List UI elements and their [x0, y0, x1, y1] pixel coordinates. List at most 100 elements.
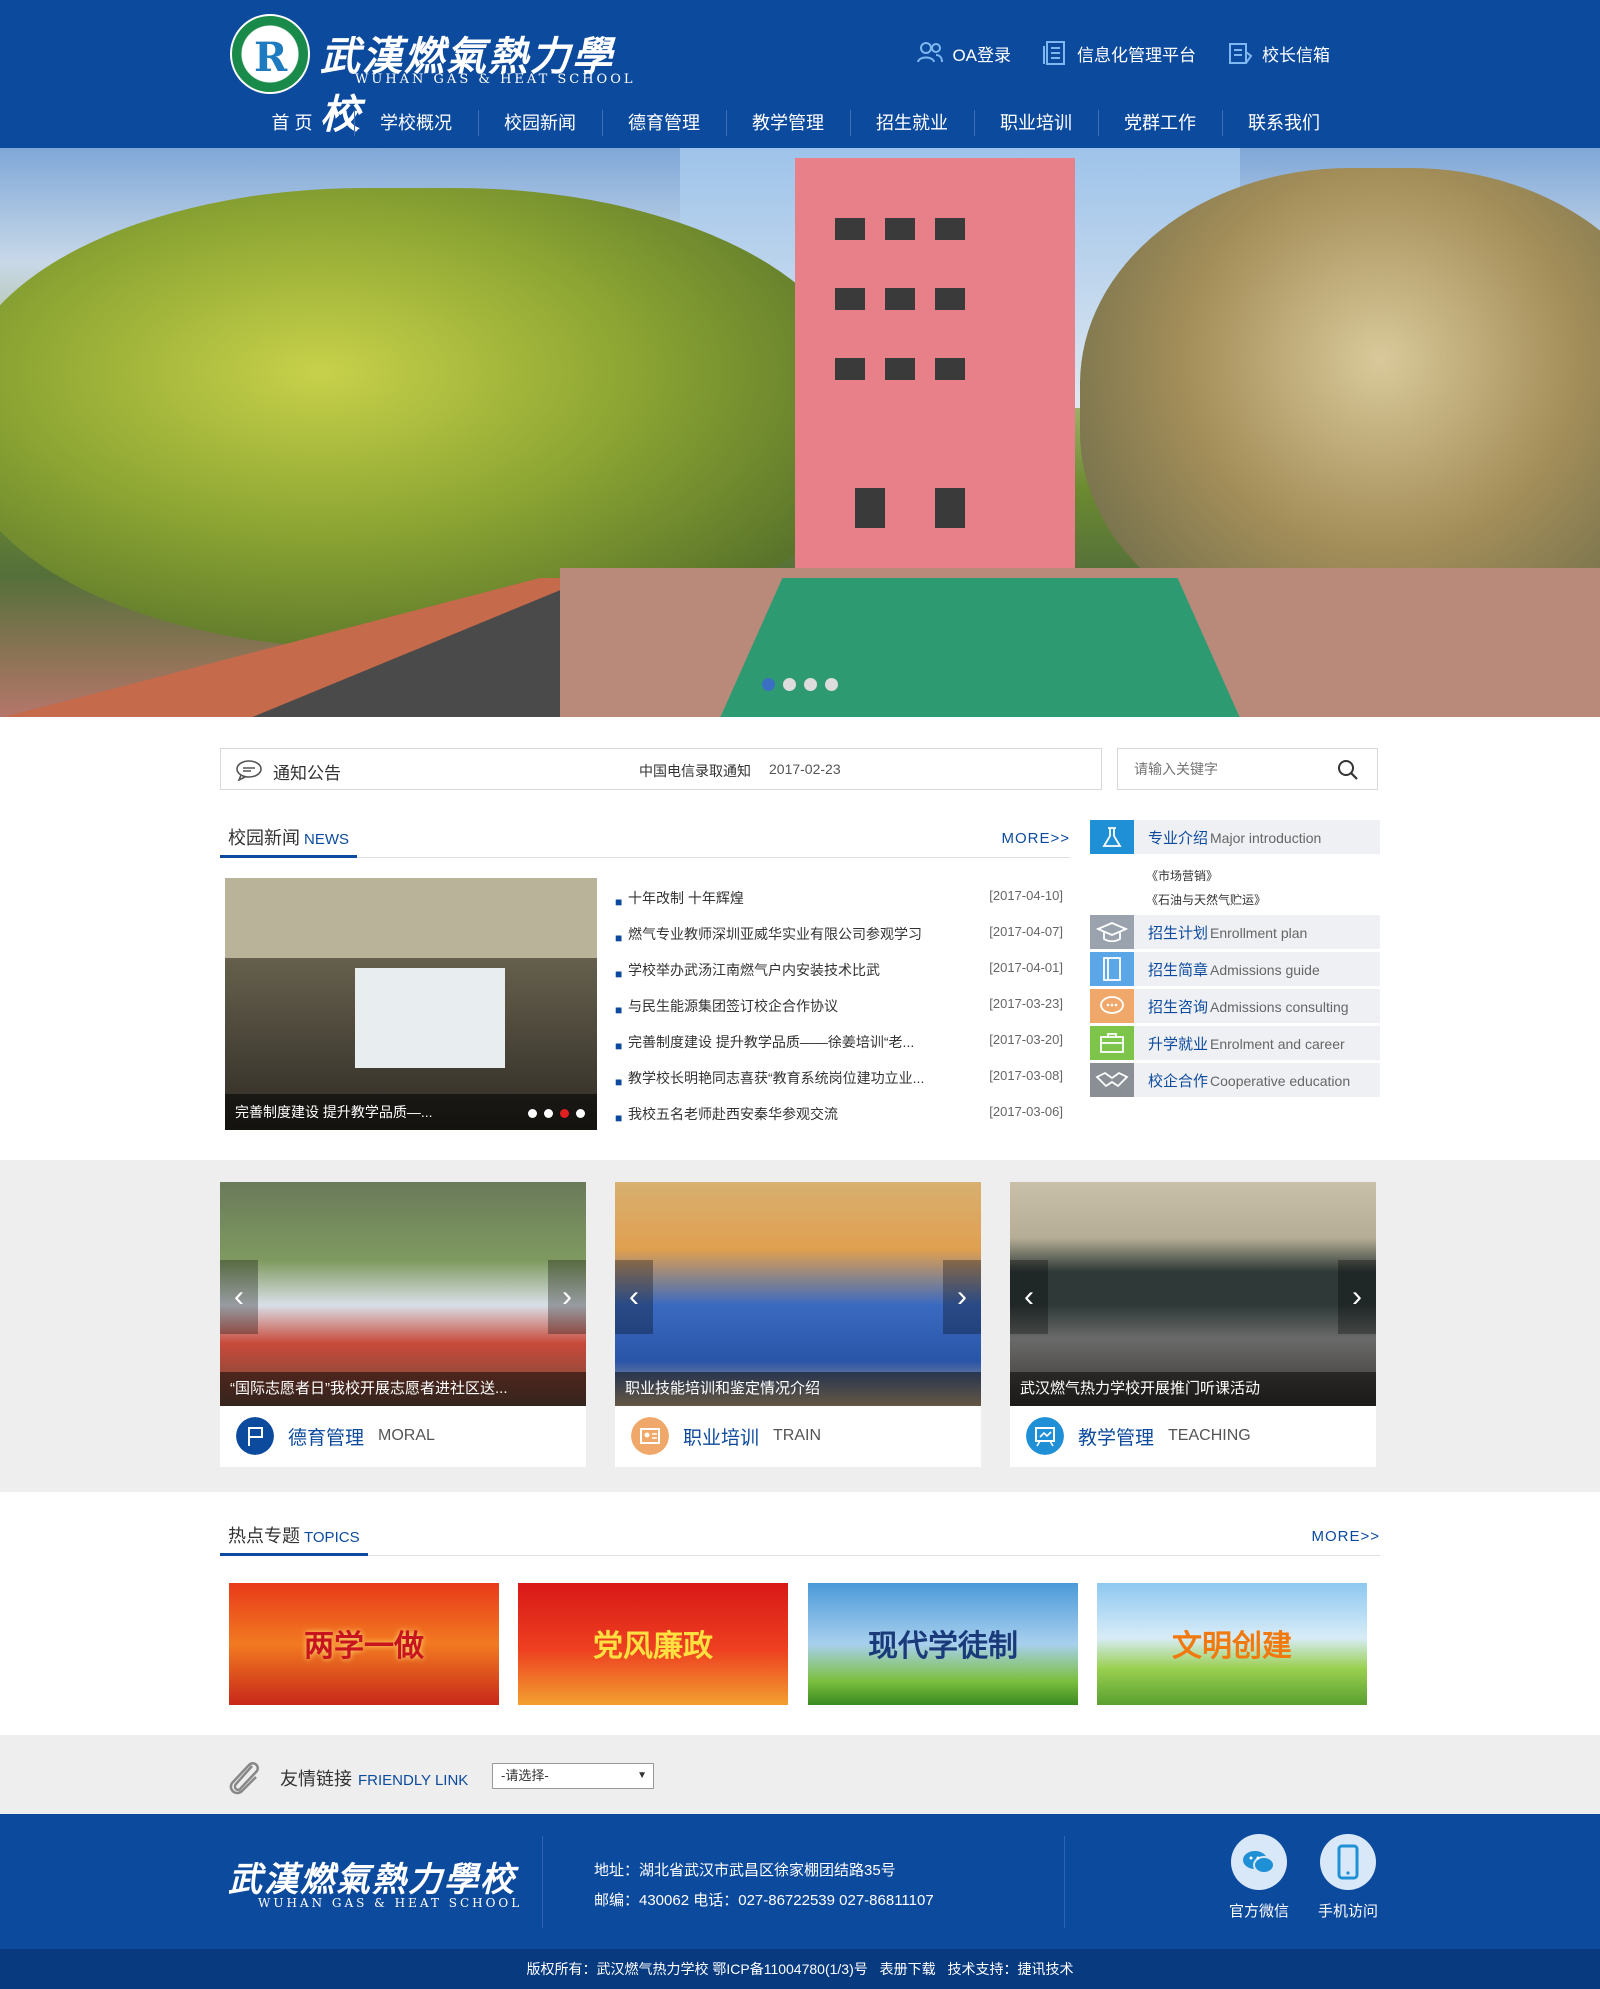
prev-arrow-icon[interactable]: ‹ [615, 1260, 653, 1334]
card-training-image[interactable]: ‹ › 职业技能培训和鉴定情况介绍 [615, 1182, 981, 1406]
school-logo[interactable]: R 武漢燃氣熱力學校 WUHAN GAS & HEAT SCHOOL [230, 14, 650, 138]
prev-arrow-icon[interactable]: ‹ [1010, 1260, 1048, 1334]
news-list-item[interactable]: ■ 完善制度建设 提升教学品质——徐姜培训“老... [2017-03-20] [615, 1030, 1063, 1066]
book-icon [1090, 952, 1134, 986]
topics-tab[interactable]: 热点专题 TOPICS [220, 1516, 368, 1556]
footer-logo-en: WUHAN GAS & HEAT SCHOOL [258, 1896, 523, 1910]
news-carousel-dot[interactable] [560, 1109, 569, 1118]
news-featured-image[interactable]: 完善制度建设 提升教学品质—... [225, 878, 597, 1130]
major-sub-link[interactable]: 《市场营销》 [1146, 867, 1380, 891]
news-tab[interactable]: 校园新闻 NEWS [220, 818, 357, 858]
nav-item-moral[interactable]: 德育管理 [602, 104, 726, 148]
sidebar-item-major[interactable]: 专业介绍 Major introduction [1090, 820, 1380, 854]
news-list-item[interactable]: ■ 我校五名老师赴西安秦华参观交流 [2017-03-06] [615, 1102, 1063, 1138]
nav-item-party[interactable]: 党群工作 [1098, 104, 1222, 148]
download-link[interactable]: 表册下载 [880, 1961, 936, 1977]
card-moral-caption[interactable]: “国际志愿者日”我校开展志愿者进社区送... [220, 1372, 586, 1406]
topics-title-cn: 热点专题 [228, 1526, 300, 1546]
footer-phone: 邮编：430062 电话：027-86722539 027-86811107 [594, 1892, 934, 1909]
paperclip-icon [229, 1762, 259, 1795]
next-arrow-icon[interactable]: › [548, 1260, 586, 1334]
mailbox-icon [1229, 43, 1253, 64]
card-teaching-caption[interactable]: 武汉燃气热力学校开展推门听课活动 [1010, 1372, 1376, 1406]
principal-mailbox-link[interactable]: 校长信箱 [1226, 40, 1330, 66]
friendly-link-select[interactable]: -请选择- ▼ [492, 1763, 654, 1789]
main-nav: 首 页 学校概况 校园新闻 德育管理 教学管理 招生就业 职业培训 党群工作 联… [230, 104, 1346, 148]
notice-date: 2017-02-23 [769, 761, 841, 777]
banner-dot[interactable] [783, 678, 796, 691]
site-header: R 武漢燃氣熱力學校 WUHAN GAS & HEAT SCHOOL OA登录 … [0, 0, 1600, 148]
search-input[interactable] [1118, 749, 1328, 789]
card-moral: ‹ › “国际志愿者日”我校开展志愿者进社区送... 德育管理 MORAL [220, 1182, 586, 1467]
news-list-item[interactable]: ■ 教学校长明艳同志喜获“教育系统岗位建功立业... [2017-03-08] [615, 1066, 1063, 1102]
banner-dot[interactable] [825, 678, 838, 691]
news-carousel-dot[interactable] [528, 1109, 537, 1118]
topic-banner-2[interactable]: 党风廉政 [518, 1583, 788, 1705]
news-carousel-dots [528, 1109, 585, 1118]
friendly-link-title: 友情链接 FRIENDLY LINK [280, 1769, 469, 1789]
nav-item-home[interactable]: 首 页 [230, 104, 354, 148]
topic-banner-4[interactable]: 文明创建 [1097, 1583, 1367, 1705]
mobile-phone-icon [1320, 1834, 1376, 1890]
banner-dot[interactable] [762, 678, 775, 691]
flag-icon [236, 1417, 274, 1455]
news-more-link[interactable]: MORE>> [1001, 830, 1070, 847]
sidebar-item-cooperation[interactable]: 校企合作 Cooperative education [1090, 1063, 1380, 1097]
news-carousel-dot[interactable] [576, 1109, 585, 1118]
news-title-en: NEWS [304, 831, 349, 848]
speech-bubble-icon [236, 760, 262, 781]
next-arrow-icon[interactable]: › [943, 1260, 981, 1334]
prev-arrow-icon[interactable]: ‹ [220, 1260, 258, 1334]
news-list-item[interactable]: ■ 学校举办武汤江南燃气户内安装技术比武 [2017-04-01] [615, 958, 1063, 994]
nav-item-training[interactable]: 职业培训 [974, 104, 1098, 148]
search-icon[interactable] [1337, 759, 1359, 781]
news-carousel-dot[interactable] [544, 1109, 553, 1118]
news-title-cn: 校园新闻 [228, 828, 300, 848]
wechat-button[interactable]: 官方微信 [1224, 1834, 1294, 1921]
news-list-item[interactable]: ■ 燃气专业教师深圳亚威华实业有限公司参观学习 [2017-04-07] [615, 922, 1063, 958]
topic-banner-1[interactable]: 两学一做 [229, 1583, 499, 1705]
whiteboard-icon [1026, 1417, 1064, 1455]
card-teaching-title-en: TEACHING [1168, 1427, 1251, 1444]
sidebar-item-career[interactable]: 升学就业 Enrolment and career [1090, 1026, 1380, 1060]
nav-item-teaching[interactable]: 教学管理 [726, 104, 850, 148]
tech-support-text: 技术支持：捷讯技术 [947, 1961, 1074, 1977]
top-links: OA登录 信息化管理平台 校长信箱 [916, 40, 1330, 66]
hero-banner[interactable] [0, 148, 1600, 717]
notice-title: 通知公告 [273, 764, 341, 783]
card-teaching-title-cn[interactable]: 教学管理 [1078, 1423, 1154, 1450]
news-list-item[interactable]: ■ 十年改制 十年辉煌 [2017-04-10] [615, 886, 1063, 922]
next-arrow-icon[interactable]: › [1338, 1260, 1376, 1334]
major-sublist: 《市场营销》 《石油与天然气贮运》 [1090, 857, 1380, 915]
major-sub-link[interactable]: 《石油与天然气贮运》 [1146, 891, 1380, 915]
footer-contact-info: 地址：湖北省武汉市武昌区徐家棚团结路35号 邮编：430062 电话：027-8… [594, 1856, 934, 1916]
site-footer: 武漢燃氣熱力學校 WUHAN GAS & HEAT SCHOOL 地址：湖北省武… [0, 1814, 1600, 1949]
sidebar-item-admissions-consulting[interactable]: 招生咨询 Admissions consulting [1090, 989, 1380, 1023]
card-teaching-image[interactable]: ‹ › 武汉燃气热力学校开展推门听课活动 [1010, 1182, 1376, 1406]
card-moral-title-cn[interactable]: 德育管理 [288, 1423, 364, 1450]
nav-item-contact[interactable]: 联系我们 [1222, 104, 1346, 148]
mobile-button[interactable]: 手机访问 [1313, 1834, 1383, 1921]
oa-login-link[interactable]: OA登录 [916, 40, 1011, 66]
card-teaching: ‹ › 武汉燃气热力学校开展推门听课活动 教学管理 TEACHING [1010, 1182, 1376, 1467]
info-platform-link[interactable]: 信息化管理平台 [1041, 40, 1196, 66]
nav-item-admissions[interactable]: 招生就业 [850, 104, 974, 148]
card-training-caption[interactable]: 职业技能培训和鉴定情况介绍 [615, 1372, 981, 1406]
sidebar-item-admissions-guide[interactable]: 招生简章 Admissions guide [1090, 952, 1380, 986]
banner-dot[interactable] [804, 678, 817, 691]
nav-item-overview[interactable]: 学校概况 [354, 104, 478, 148]
notice-bar: 通知公告 中国电信录取通知 2017-02-23 [220, 748, 1102, 790]
wechat-icon [1231, 1834, 1287, 1890]
topics-more-link[interactable]: MORE>> [1311, 1528, 1380, 1545]
news-list-item[interactable]: ■ 与民生能源集团签订校企合作协议 [2017-03-23] [615, 994, 1063, 1030]
sidebar-item-enrollment-plan[interactable]: 招生计划 Enrollment plan [1090, 915, 1380, 949]
basketball-court-image [720, 578, 1240, 717]
notice-link[interactable]: 中国电信录取通知 [639, 761, 751, 781]
card-training-title-cn[interactable]: 职业培训 [683, 1423, 759, 1450]
copyright-bar: 版权所有：武汉燃气热力学校 鄂ICP备11004780(1/3)号 表册下载 技… [0, 1949, 1600, 1989]
banner-pagination [762, 678, 838, 691]
logo-title-en: WUHAN GAS & HEAT SCHOOL [355, 72, 636, 87]
topic-banner-3[interactable]: 现代学徒制 [808, 1583, 1078, 1705]
card-moral-image[interactable]: ‹ › “国际志愿者日”我校开展志愿者进社区送... [220, 1182, 586, 1406]
nav-item-campus-news[interactable]: 校园新闻 [478, 104, 602, 148]
